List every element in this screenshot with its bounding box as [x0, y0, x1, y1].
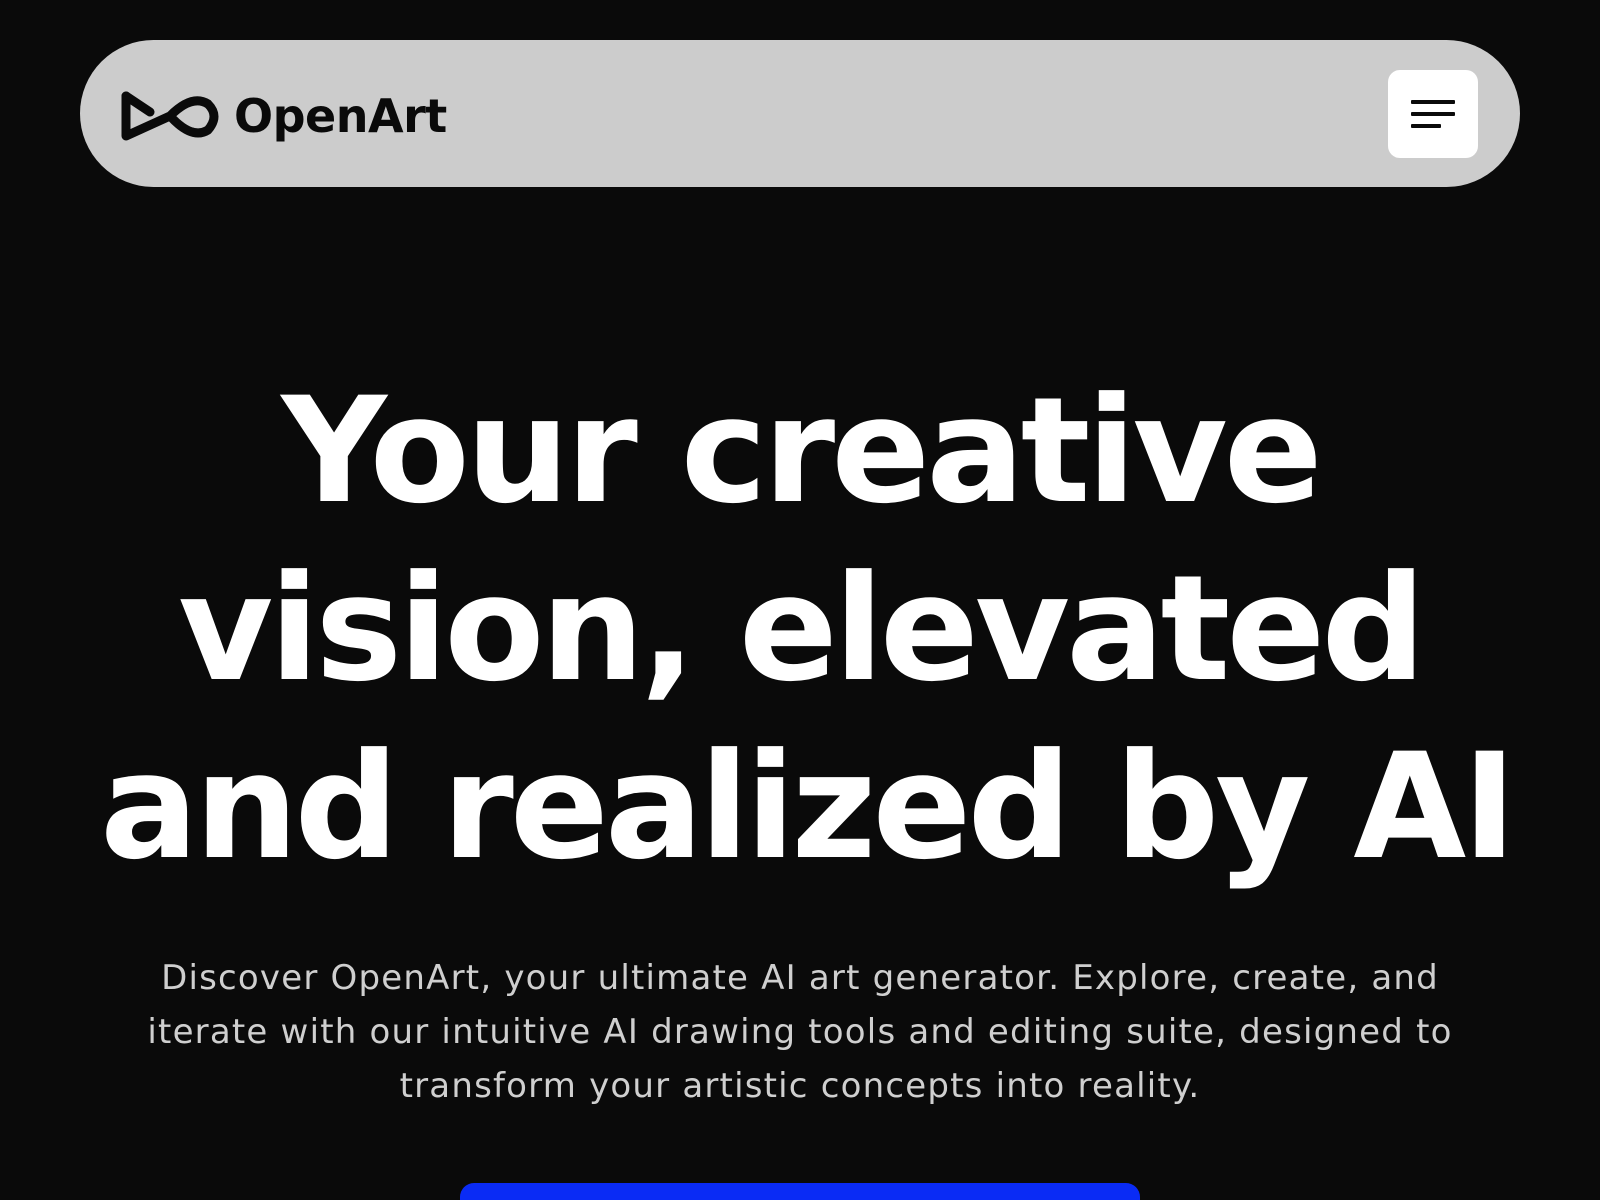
- brand-name: OpenArt: [234, 88, 447, 143]
- hero-subtitle-line: Discover OpenArt, your ultimate AI art g…: [161, 958, 1439, 998]
- brand-logo-link[interactable]: OpenArt: [120, 88, 447, 143]
- hero-subtitle: Discover OpenArt, your ultimate AI art g…: [140, 951, 1460, 1113]
- hero-subtitle-line: iterate with our intuitive AI drawing to…: [147, 1012, 1453, 1052]
- hero-title-line: and realized by AI: [100, 722, 1517, 892]
- menu-button[interactable]: [1388, 70, 1478, 158]
- hamburger-menu-icon: [1411, 100, 1455, 128]
- hero-subtitle-line: transform your artistic concepts into re…: [399, 1066, 1201, 1106]
- cta-button[interactable]: [460, 1183, 1140, 1200]
- hero-title: Your creative vision, elevated and reali…: [100, 362, 1517, 896]
- top-navbar: OpenArt: [80, 40, 1520, 187]
- infinity-logo-icon: [121, 91, 219, 140]
- hero-title-line: vision, elevated: [178, 544, 1426, 714]
- hero-title-line: Your creative: [281, 366, 1323, 536]
